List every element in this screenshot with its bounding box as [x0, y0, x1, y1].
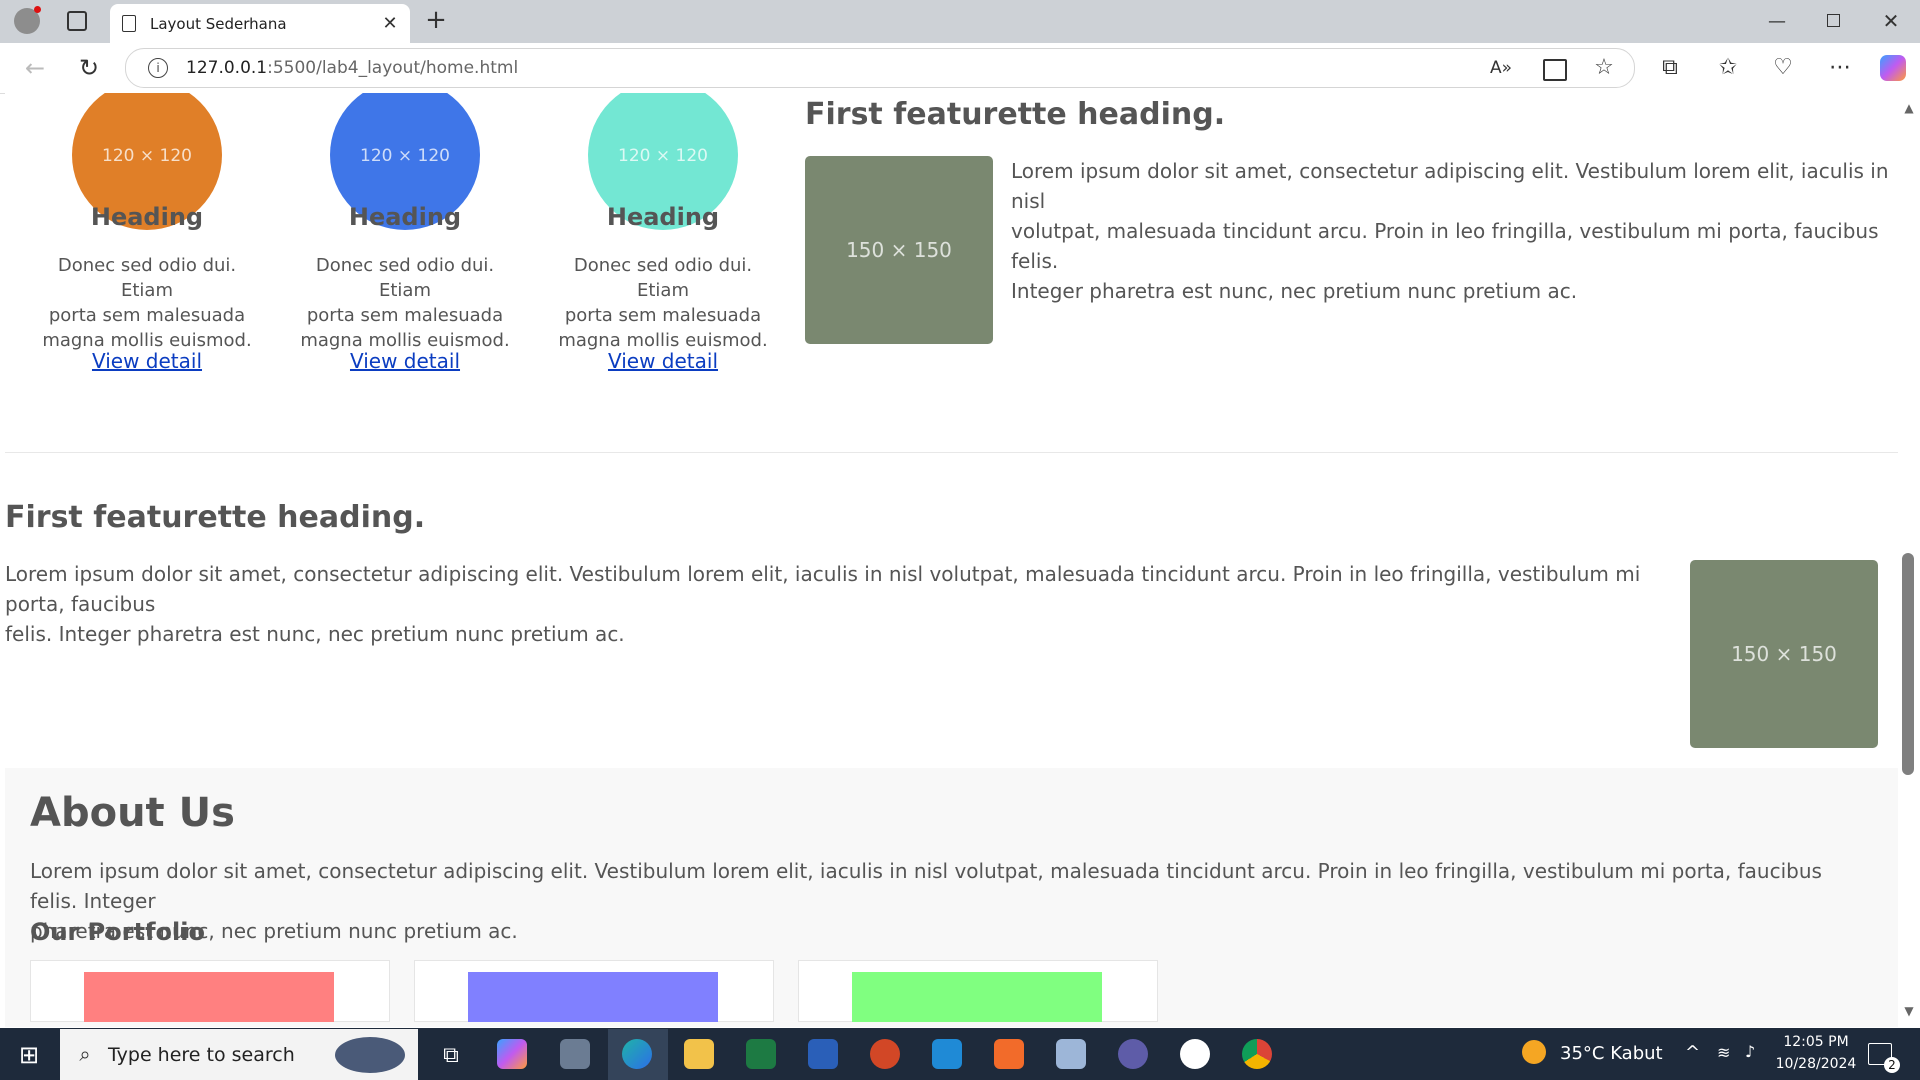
back-icon[interactable]: ← [20, 53, 50, 83]
remote-desktop-icon[interactable] [1056, 1039, 1086, 1069]
network-icon[interactable]: ≋ [1717, 1043, 1730, 1062]
browser-tab[interactable]: Layout Sederhana ✕ [110, 4, 410, 43]
show-hidden-icons[interactable]: ^ [1685, 1042, 1700, 1063]
meta-app-icon[interactable] [1118, 1039, 1148, 1069]
copilot-taskbar-icon[interactable] [497, 1039, 527, 1069]
column-3-heading: Heading [606, 203, 720, 231]
immersive-reader-icon[interactable] [1543, 59, 1567, 81]
scroll-down-icon[interactable]: ▼ [1899, 1003, 1919, 1019]
portfolio-image-2 [468, 972, 718, 1022]
portfolio-card-3[interactable] [798, 960, 1158, 1022]
portfolio-card-1[interactable] [30, 960, 390, 1022]
w-app-icon[interactable] [1180, 1039, 1210, 1069]
featurette-1-text: Lorem ipsum dolor sit amet, consectetur … [1011, 159, 1889, 303]
chrome-icon[interactable] [1242, 1039, 1272, 1069]
notification-count-badge: 2 [1884, 1057, 1900, 1073]
restore-icon[interactable] [1827, 14, 1840, 27]
portfolio-heading: Our Portfolio [30, 918, 205, 946]
favorite-star-icon[interactable]: ☆ [1590, 53, 1618, 81]
volume-icon[interactable]: ♪ [1745, 1042, 1755, 1061]
address-bar[interactable]: i 127.0.0.1:5500/lab4_layout/home.html [125, 48, 1635, 88]
clock-time[interactable]: 12:05 PM [1776, 1034, 1856, 1050]
portfolio-image-1 [84, 972, 334, 1022]
profile-alert-dot [34, 6, 41, 13]
copilot-icon[interactable] [1880, 55, 1906, 81]
edge-browser-icon[interactable] [622, 1039, 652, 1069]
task-view-icon[interactable]: ⧉ [436, 1040, 466, 1070]
weather-text: 35°C Kabut [1560, 1043, 1663, 1064]
extensions-icon[interactable]: ⧉ [1656, 53, 1684, 81]
featurette-2-heading: First featurette heading. [5, 500, 426, 535]
word-icon[interactable] [808, 1039, 838, 1069]
featurette-2-image: 150 × 150 [1690, 560, 1878, 748]
search-placeholder: Type here to search [108, 1043, 295, 1066]
file-explorer-icon[interactable] [684, 1039, 714, 1069]
column-3-view-detail-link[interactable]: View detail [548, 349, 778, 373]
favorites-icon[interactable]: ✩ [1714, 53, 1742, 81]
vscode-icon[interactable] [932, 1039, 962, 1069]
scrollbar-thumb[interactable] [1902, 553, 1914, 775]
page-icon [122, 15, 136, 32]
xampp-icon[interactable] [994, 1039, 1024, 1069]
search-highlight-image [335, 1037, 405, 1073]
scroll-up-icon[interactable]: ▲ [1899, 100, 1919, 116]
featurette-2-text: Lorem ipsum dolor sit amet, consectetur … [5, 562, 1641, 646]
minimize-icon[interactable]: — [1762, 6, 1792, 36]
site-info-icon[interactable]: i [148, 58, 168, 78]
search-icon: ⌕ [79, 1042, 91, 1066]
reload-icon[interactable]: ↻ [74, 53, 104, 83]
column-3-text: Donec sed odio dui. Etiam porta sem males… [558, 255, 768, 351]
featurette-1-heading: First featurette heading. [805, 97, 1226, 132]
more-menu-icon[interactable]: ⋯ [1826, 53, 1854, 81]
web-page: 120 × 120 120 × 120 120 × 120 Heading He… [5, 93, 1898, 1027]
about-section: About Us Lorem ipsum dolor sit amet, con… [5, 768, 1898, 1027]
taskbar-search-box[interactable]: ⌕ Type here to search [60, 1029, 418, 1080]
portfolio-image-3 [852, 972, 1102, 1022]
camera-app-icon[interactable] [560, 1039, 590, 1069]
about-heading: About Us [30, 790, 235, 836]
column-2-heading: Heading [348, 203, 462, 231]
new-tab-icon[interactable]: + [422, 5, 450, 35]
tab-actions-icon[interactable] [67, 11, 87, 31]
tab-title: Layout Sederhana [150, 14, 287, 33]
powerpoint-icon[interactable] [870, 1039, 900, 1069]
section-divider [5, 452, 1898, 453]
featurette-1-image: 150 × 150 [805, 156, 993, 344]
url-text: 127.0.0.1:5500/lab4_layout/home.html [186, 58, 519, 78]
clock-date[interactable]: 10/28/2024 [1772, 1056, 1860, 1072]
about-text: Lorem ipsum dolor sit amet, consectetur … [30, 859, 1822, 943]
close-tab-icon[interactable]: ✕ [380, 13, 400, 34]
browser-essentials-icon[interactable]: ♡ [1769, 53, 1797, 81]
column-2-text: Donec sed odio dui. Etiam porta sem males… [300, 255, 510, 351]
close-window-icon[interactable]: ✕ [1876, 6, 1906, 36]
column-2-view-detail-link[interactable]: View detail [290, 349, 520, 373]
column-1-heading: Heading [90, 203, 204, 231]
column-1-text: Donec sed odio dui. Etiam porta sem males… [42, 255, 252, 351]
windows-start-icon[interactable]: ⊞ [14, 1040, 44, 1070]
column-1-view-detail-link[interactable]: View detail [32, 349, 262, 373]
weather-icon[interactable] [1522, 1040, 1546, 1064]
read-aloud-icon[interactable]: A» [1488, 55, 1514, 81]
portfolio-card-2[interactable] [414, 960, 774, 1022]
excel-icon[interactable] [746, 1039, 776, 1069]
